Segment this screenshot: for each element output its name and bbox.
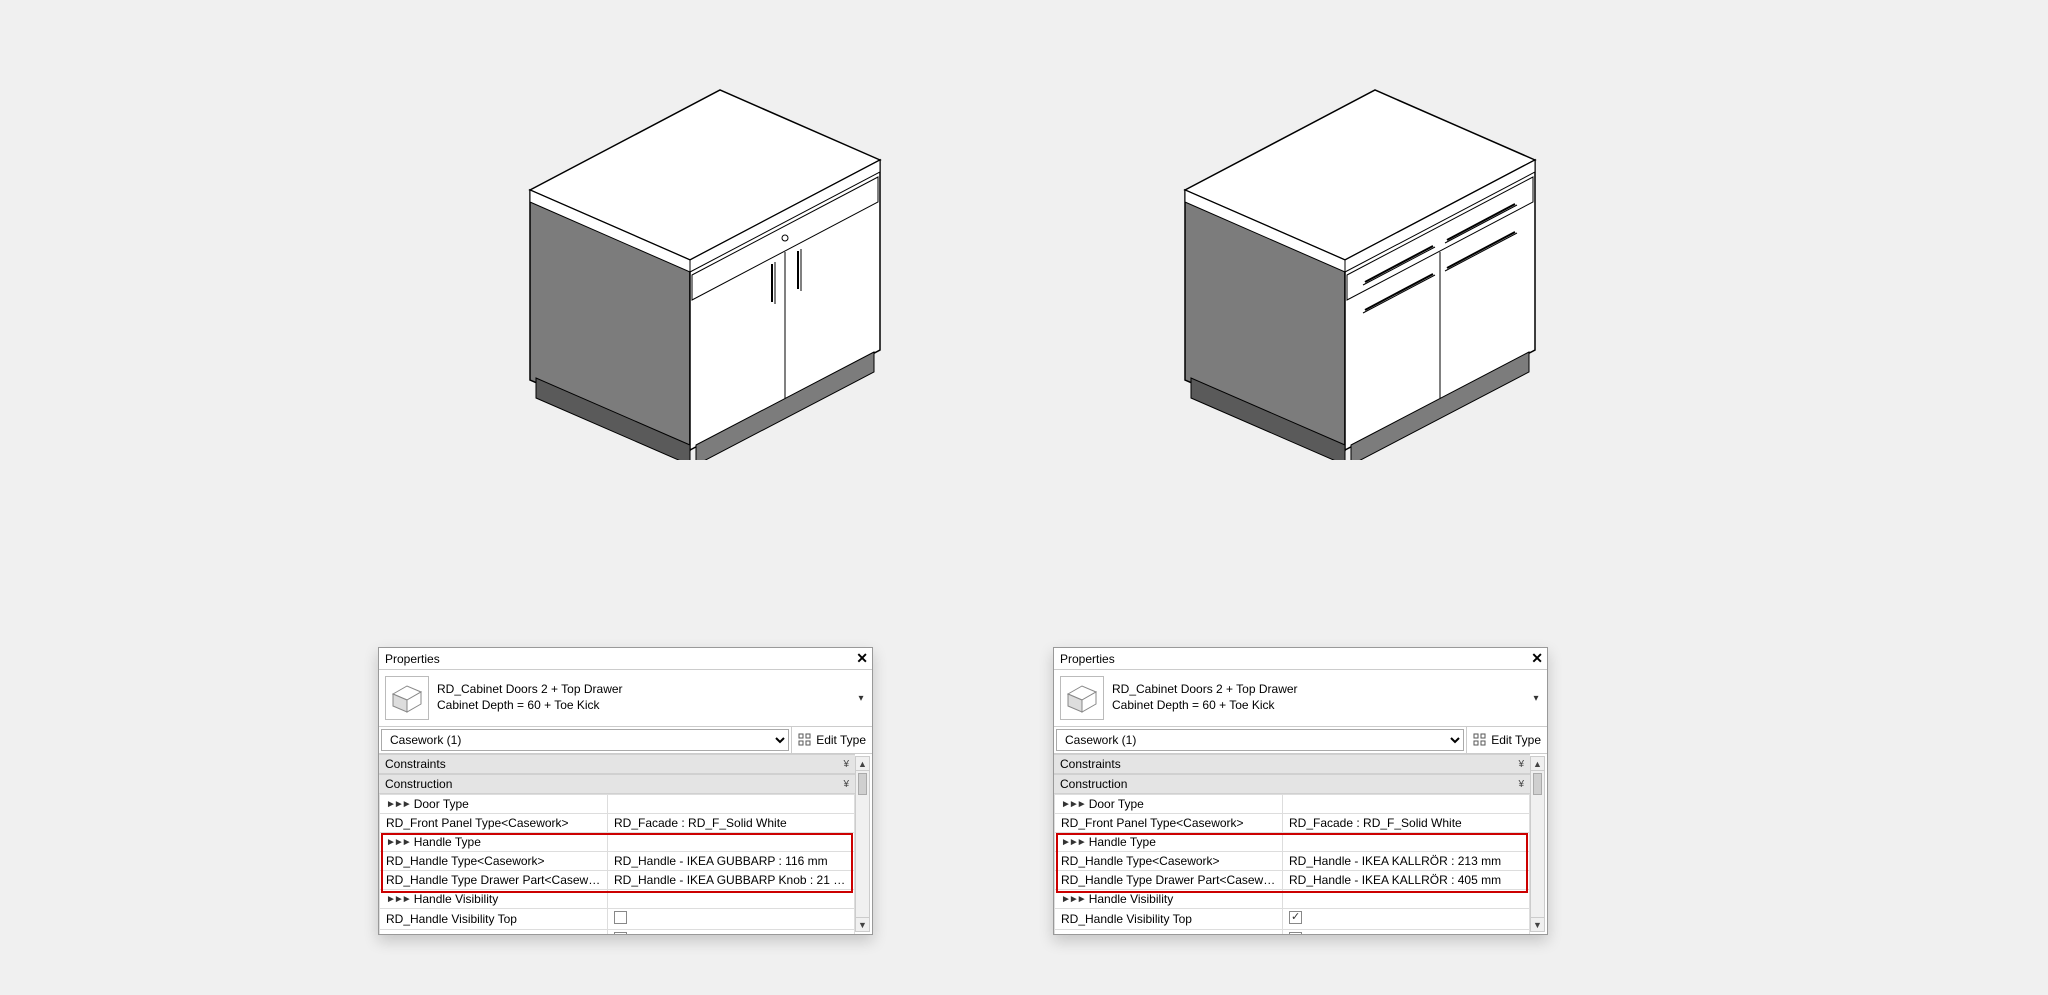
panel-title: Properties (1060, 652, 1115, 666)
checkbox-vis-mid[interactable] (614, 932, 627, 934)
type-dropdown-arrow[interactable]: ▾ (1529, 684, 1543, 712)
type-name: Cabinet Depth = 60 + Toe Kick (1112, 698, 1298, 714)
family-name: RD_Cabinet Doors 2 + Top Drawer (437, 682, 623, 698)
checkbox-vis-top[interactable] (1289, 911, 1302, 924)
cabinet-right-3d (1165, 80, 1555, 463)
category-selector[interactable]: Casework (1) (381, 729, 789, 751)
row-handle-vis-top[interactable]: RD_Handle Visibility Top (380, 909, 855, 930)
close-icon[interactable]: ✕ (856, 650, 868, 667)
type-dropdown-arrow[interactable]: ▾ (854, 684, 868, 712)
row-handle-vis-hdr[interactable]: ►►►Handle Visibility (380, 890, 855, 909)
group-constraints[interactable]: Constraints¥ (1054, 754, 1530, 774)
panel-title: Properties (385, 652, 440, 666)
type-thumbnail (385, 676, 429, 720)
group-construction[interactable]: Construction¥ (1054, 774, 1530, 794)
properties-panel-left: Properties ✕ RD_Cabinet Doors 2 + Top Dr… (378, 647, 873, 935)
row-handle-drawer[interactable]: RD_Handle Type Drawer Part<Casework> RD_… (380, 871, 855, 890)
type-name: Cabinet Depth = 60 + Toe Kick (437, 698, 623, 714)
scrollbar[interactable]: ▲ ▼ (855, 756, 870, 932)
row-handle-type[interactable]: RD_Handle Type<Casework> RD_Handle - IKE… (1055, 852, 1530, 871)
properties-panel-right: Properties ✕ RD_Cabinet Doors 2 + Top Dr… (1053, 647, 1548, 935)
group-construction[interactable]: Construction¥ (379, 774, 855, 794)
row-handle-drawer[interactable]: RD_Handle Type Drawer Part<Casework> RD_… (1055, 871, 1530, 890)
family-name: RD_Cabinet Doors 2 + Top Drawer (1112, 682, 1298, 698)
row-handle-type[interactable]: RD_Handle Type<Casework> RD_Handle - IKE… (380, 852, 855, 871)
type-selector-row[interactable]: RD_Cabinet Doors 2 + Top Drawer Cabinet … (379, 670, 872, 726)
row-door-type[interactable]: ►►►Door Type (1055, 795, 1530, 814)
row-handle-type-hdr[interactable]: ►►►Handle Type (1055, 833, 1530, 852)
row-front-panel[interactable]: RD_Front Panel Type<Casework> RD_Facade … (380, 814, 855, 833)
cabinet-left-3d (510, 80, 900, 463)
row-handle-vis-mid[interactable]: RD_Handle Visibility Middle (380, 930, 855, 935)
edit-type-button[interactable]: Edit Type (791, 727, 872, 753)
category-selector[interactable]: Casework (1) (1056, 729, 1464, 751)
row-front-panel[interactable]: RD_Front Panel Type<Casework> RD_Facade … (1055, 814, 1530, 833)
checkbox-vis-mid[interactable] (1289, 932, 1302, 934)
checkbox-vis-top[interactable] (614, 911, 627, 924)
type-thumbnail (1060, 676, 1104, 720)
row-handle-vis-hdr[interactable]: ►►►Handle Visibility (1055, 890, 1530, 909)
row-door-type[interactable]: ►►►Door Type (380, 795, 855, 814)
row-handle-vis-mid[interactable]: RD_Handle Visibility Middle (1055, 930, 1530, 935)
row-handle-type-hdr[interactable]: ►►►Handle Type (380, 833, 855, 852)
type-selector-row[interactable]: RD_Cabinet Doors 2 + Top Drawer Cabinet … (1054, 670, 1547, 726)
close-icon[interactable]: ✕ (1531, 650, 1543, 667)
edit-type-button[interactable]: Edit Type (1466, 727, 1547, 753)
scrollbar[interactable]: ▲ ▼ (1530, 756, 1545, 932)
group-constraints[interactable]: Constraints¥ (379, 754, 855, 774)
row-handle-vis-top[interactable]: RD_Handle Visibility Top (1055, 909, 1530, 930)
